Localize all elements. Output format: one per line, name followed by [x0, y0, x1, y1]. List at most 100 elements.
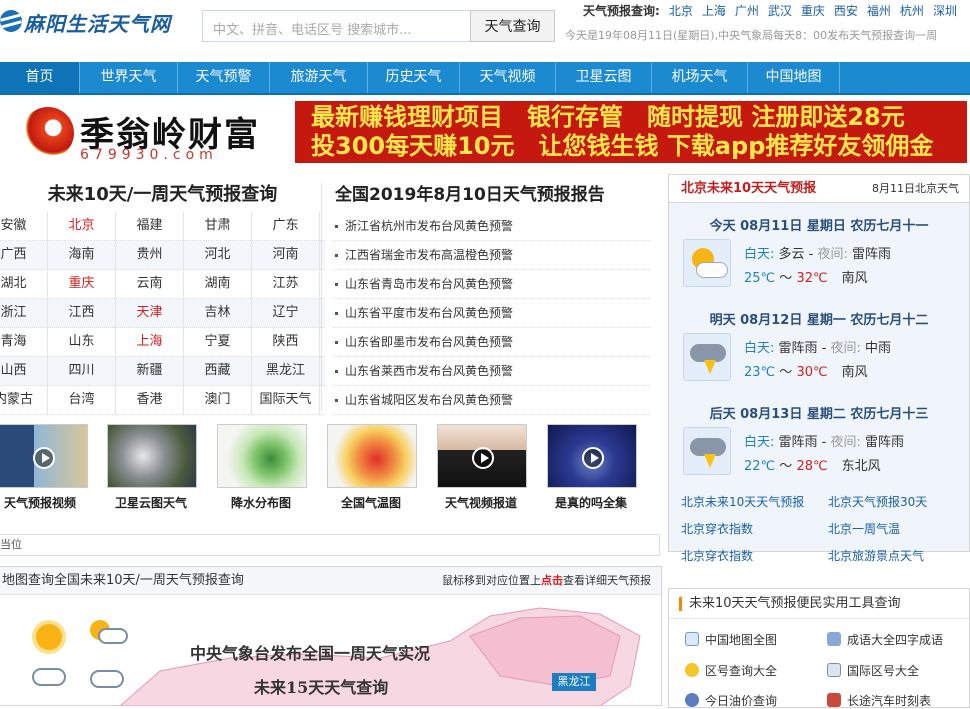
- ad-text-block[interactable]: 最新赚钱理财项目 银行存管 随时提现 注册即送28元 投300每天赚10元 让您…: [295, 101, 967, 163]
- site-logo[interactable]: 麻阳生活天气网: [0, 6, 180, 46]
- province-link[interactable]: 安徽: [0, 212, 48, 241]
- province-link[interactable]: 浙江: [0, 299, 48, 328]
- province-link[interactable]: 黑龙江: [252, 357, 320, 386]
- search-button[interactable]: 天气查询: [470, 10, 555, 42]
- province-link[interactable]: 山东: [48, 328, 116, 357]
- nav-item-satellite[interactable]: 卫星云图: [556, 62, 652, 93]
- thumb-caption[interactable]: 是真的吗全集: [555, 494, 665, 511]
- nav-item-world[interactable]: 世界天气: [80, 62, 178, 93]
- forecast-link[interactable]: 北京一周气温: [828, 520, 900, 537]
- province-link[interactable]: 河北: [184, 241, 252, 270]
- thumb-is-it-true[interactable]: 是真的吗全集: [547, 424, 639, 514]
- nav-item-home[interactable]: 首页: [0, 62, 80, 93]
- tool-link[interactable]: 中国地图全图: [685, 631, 777, 648]
- province-link[interactable]: 西藏: [184, 357, 252, 386]
- quick-city-link[interactable]: 广州: [735, 4, 759, 18]
- tool-label: 今日油价查询: [705, 694, 778, 708]
- forecast-link[interactable]: 北京未来10天天气预报: [681, 493, 804, 510]
- tool-link[interactable]: 区号查询大全: [685, 662, 777, 679]
- province-link[interactable]: 内蒙古: [0, 386, 48, 415]
- thumb-rainfall[interactable]: 降水分布图: [217, 424, 309, 514]
- province-link[interactable]: 河南: [252, 241, 320, 270]
- province-link[interactable]: 海南: [48, 241, 116, 270]
- province-link[interactable]: 甘肃: [184, 212, 252, 241]
- alert-item[interactable]: 山东省莱西市发布台风黄色预警: [333, 357, 651, 386]
- thumb-temperature[interactable]: 全国气温图: [327, 424, 419, 514]
- nav-item-airport[interactable]: 机场天气: [652, 62, 748, 93]
- quick-city-link[interactable]: 深圳: [933, 4, 957, 18]
- thumb-caption[interactable]: 卫星云图天气: [115, 494, 225, 511]
- thumb-caption[interactable]: 天气视频报道: [445, 494, 555, 511]
- play-icon[interactable]: [582, 447, 604, 469]
- thumb-caption[interactable]: 降水分布图: [231, 494, 341, 511]
- search-input[interactable]: 中文、拼音、电话区号 搜索城市...: [202, 10, 471, 42]
- province-link[interactable]: 湖南: [184, 270, 252, 299]
- forecast-link[interactable]: 北京旅游景点天气: [828, 547, 924, 564]
- nav-item-china-map[interactable]: 中国地图: [748, 62, 840, 93]
- thumb-video-report[interactable]: 天气视频报道: [437, 424, 529, 514]
- alert-item[interactable]: 山东省城阳区发布台风黄色预警: [333, 386, 651, 415]
- province-link[interactable]: 吉林: [184, 299, 252, 328]
- ad-banner[interactable]: 季翁岭财富 679930.com 最新赚钱理财项目 银行存管 随时提现 注册即送…: [0, 97, 970, 167]
- province-link[interactable]: 上海: [116, 328, 184, 357]
- map-region-heilongjiang[interactable]: 黑龙江: [552, 673, 596, 691]
- province-link[interactable]: 香港: [116, 386, 184, 415]
- province-link[interactable]: 江苏: [252, 270, 320, 299]
- thumb-weather-video[interactable]: 天气预报视频: [0, 424, 90, 514]
- province-link[interactable]: 四川: [48, 357, 116, 386]
- nav-item-warning[interactable]: 天气预警: [178, 62, 270, 93]
- wind: 南风: [841, 365, 868, 380]
- quick-city-link[interactable]: 武汉: [768, 4, 792, 18]
- province-link[interactable]: 广东: [252, 212, 320, 241]
- quick-city-link[interactable]: 福州: [867, 4, 891, 18]
- tool-link[interactable]: 长途汽车时刻表: [827, 692, 931, 709]
- map-caption-2: 未来15天天气查询: [254, 678, 389, 697]
- province-link[interactable]: 江西: [48, 299, 116, 328]
- play-icon[interactable]: [472, 447, 494, 469]
- quick-city-link[interactable]: 上海: [702, 4, 726, 18]
- province-link[interactable]: 福建: [116, 212, 184, 241]
- thumb-caption[interactable]: 天气预报视频: [4, 494, 114, 511]
- alert-item[interactable]: 江西省瑞金市发布高温橙色预警: [333, 241, 651, 270]
- quick-city-link[interactable]: 北京: [669, 4, 693, 18]
- province-link[interactable]: 宁夏: [184, 328, 252, 357]
- china-map[interactable]: 中央气象台发布全国一周天气实况 未来15天天气查询 黑龙江: [0, 596, 660, 706]
- nav-item-travel[interactable]: 旅游天气: [270, 62, 368, 93]
- quick-city-link[interactable]: 重庆: [801, 4, 825, 18]
- province-link[interactable]: 贵州: [116, 241, 184, 270]
- play-icon[interactable]: [33, 447, 55, 469]
- alert-item[interactable]: 山东省青岛市发布台风黄色预警: [333, 270, 651, 299]
- province-link[interactable]: 山西: [0, 357, 48, 386]
- province-link[interactable]: 新疆: [116, 357, 184, 386]
- province-link[interactable]: 云南: [116, 270, 184, 299]
- quick-city-link[interactable]: 杭州: [900, 4, 924, 18]
- province-link[interactable]: 陕西: [252, 328, 320, 357]
- nav-item-video[interactable]: 天气视频: [460, 62, 556, 93]
- province-link[interactable]: 北京: [48, 212, 116, 241]
- tool-link[interactable]: 国际区号大全: [827, 662, 919, 679]
- province-link[interactable]: 湖北: [0, 270, 48, 299]
- province-link[interactable]: 台湾: [48, 386, 116, 415]
- forecast-title[interactable]: 北京未来10天天气预报: [681, 175, 816, 203]
- province-link[interactable]: 国际天气: [252, 386, 320, 415]
- tool-link[interactable]: 今日油价查询: [685, 692, 777, 709]
- province-link[interactable]: 辽宁: [252, 299, 320, 328]
- forecast-link[interactable]: 北京穿衣指数: [681, 520, 753, 537]
- province-link[interactable]: 天津: [116, 299, 184, 328]
- province-link[interactable]: 重庆: [48, 270, 116, 299]
- province-link[interactable]: 青海: [0, 328, 48, 357]
- alert-item[interactable]: 山东省平度市发布台风黄色预警: [333, 299, 651, 328]
- forecast-link[interactable]: 北京天气预报30天: [828, 493, 927, 510]
- thumb-satellite[interactable]: 卫星云图天气: [107, 424, 199, 514]
- tool-link[interactable]: 成语大全四字成语: [827, 631, 943, 648]
- forecast-link[interactable]: 北京穿衣指数: [681, 547, 753, 564]
- province-link[interactable]: 澳门: [184, 386, 252, 415]
- thumb-caption[interactable]: 全国气温图: [341, 494, 451, 511]
- alert-item[interactable]: 浙江省杭州市发布台风黄色预警: [333, 212, 651, 241]
- alert-item[interactable]: 山东省即墨市发布台风黄色预警: [333, 328, 651, 357]
- label-night: 夜间:: [830, 435, 861, 450]
- nav-item-history[interactable]: 历史天气: [368, 62, 460, 93]
- province-link[interactable]: 广西: [0, 241, 48, 270]
- label-night: 夜间:: [830, 341, 861, 356]
- quick-city-link[interactable]: 西安: [834, 4, 858, 18]
